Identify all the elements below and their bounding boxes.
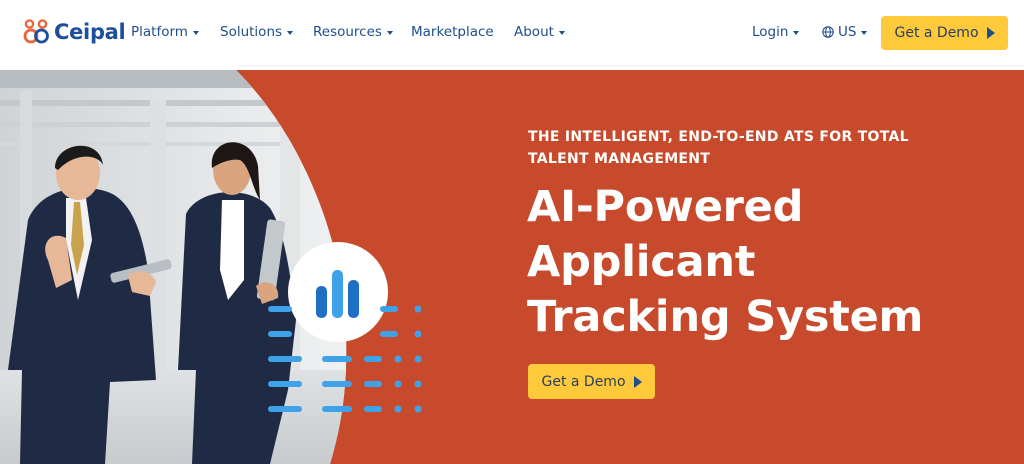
chevron-down-icon — [192, 30, 199, 35]
chevron-down-icon — [793, 30, 800, 35]
headline-line: AI-Powered — [527, 182, 804, 232]
nav-item-about[interactable]: About — [514, 24, 565, 40]
hero-eyebrow: THE INTELLIGENT, END-TO-END ATS FOR TOTA… — [528, 129, 909, 167]
region-label: US — [838, 24, 857, 40]
globe-icon — [822, 26, 834, 38]
nav-item-label: About — [514, 24, 554, 40]
play-icon — [986, 27, 995, 39]
chevron-down-icon — [386, 30, 393, 35]
hero-banner: THE INTELLIGENT, END-TO-END ATS FOR TOTA… — [0, 70, 1024, 464]
logo-mark-icon — [23, 19, 49, 44]
top-navbar: Ceipal Platform Solutions Resources Mark… — [0, 0, 1024, 70]
nav-item-label: Platform — [131, 24, 188, 40]
hero-headline: AI-Powered Applicant Tracking System — [527, 180, 1007, 345]
hero-get-demo-button[interactable]: Get a Demo — [528, 364, 655, 399]
nav-item-resources[interactable]: Resources — [313, 24, 393, 40]
bar-chart-icon — [288, 242, 388, 342]
chevron-down-icon — [287, 30, 294, 35]
hero-photo — [0, 70, 422, 464]
chevron-down-icon — [558, 30, 565, 35]
play-icon — [633, 375, 642, 388]
nav-item-marketplace[interactable]: Marketplace — [411, 24, 494, 40]
region-selector[interactable]: US — [822, 24, 868, 40]
hero-get-demo-label: Get a Demo — [541, 373, 626, 390]
login-label: Login — [752, 24, 789, 40]
nav-item-label: Resources — [313, 24, 382, 40]
login-menu[interactable]: Login — [752, 24, 800, 40]
headline-line: Applicant — [527, 237, 756, 287]
nav-item-solutions[interactable]: Solutions — [220, 24, 294, 40]
brand-name: Ceipal — [54, 20, 126, 44]
nav-item-label: Marketplace — [411, 24, 494, 40]
get-demo-label: Get a Demo — [894, 25, 979, 41]
ceipal-logo[interactable]: Ceipal — [22, 18, 126, 46]
headline-line: Tracking System — [527, 292, 924, 342]
nav-item-platform[interactable]: Platform — [131, 24, 199, 40]
nav-item-label: Solutions — [220, 24, 283, 40]
chevron-down-icon — [861, 30, 868, 35]
get-demo-button[interactable]: Get a Demo — [881, 16, 1008, 50]
